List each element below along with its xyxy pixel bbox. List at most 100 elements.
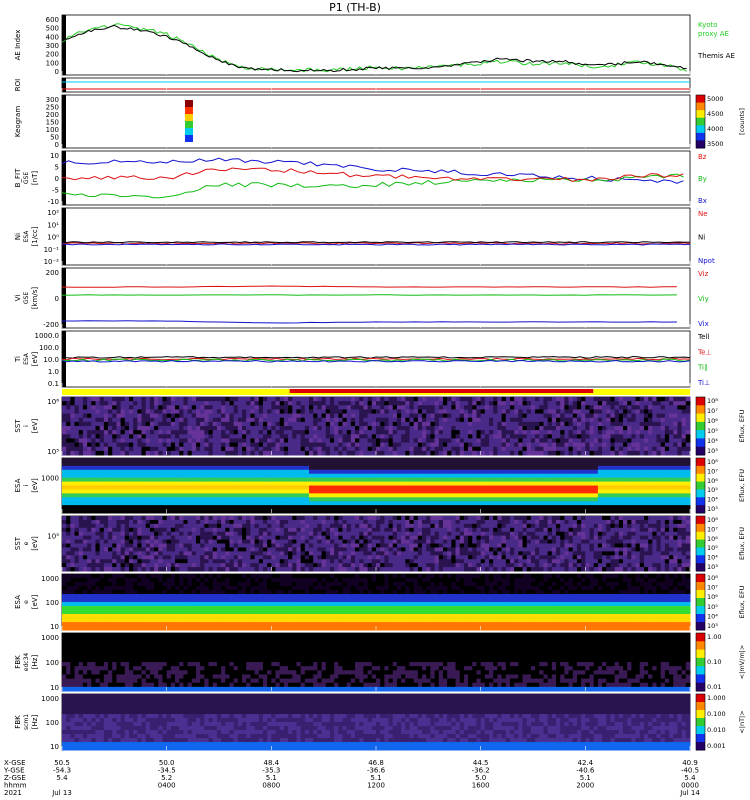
spectro-cell <box>187 535 193 541</box>
spectro-cell <box>108 489 113 494</box>
spectro-cell <box>363 485 369 490</box>
spectro-cell <box>128 438 134 444</box>
spectro-cell <box>681 458 687 463</box>
spectro-cell <box>426 434 431 439</box>
spectro-cell <box>480 450 486 456</box>
spectro-cell <box>576 465 582 471</box>
spectro-cell <box>166 539 172 544</box>
spectro-cell <box>70 458 76 463</box>
y-tick-label: 10⁵ <box>47 448 59 456</box>
spectro-cell <box>133 539 138 544</box>
spectro-cell <box>99 531 105 537</box>
colorbar-segment <box>696 547 705 556</box>
spectro-cell <box>288 417 293 423</box>
spectro-cell <box>91 547 96 552</box>
spectro-cell <box>246 397 251 402</box>
spectro-cell <box>493 509 498 514</box>
spectro-cell <box>476 485 482 490</box>
spectro-cell <box>547 430 553 435</box>
spectro-cell <box>254 434 260 439</box>
spectro-cell <box>149 434 155 439</box>
spectro-cell <box>70 559 76 564</box>
spectro-cell <box>95 547 101 552</box>
spectro-cell <box>124 509 130 514</box>
spectro-cell <box>242 493 247 498</box>
spectro-cell <box>279 446 285 452</box>
spectro-cell <box>200 535 205 541</box>
spectro-cell <box>639 497 645 502</box>
spectro-cell <box>526 401 532 406</box>
spectro-cell <box>451 497 457 502</box>
spectro-cell <box>576 469 582 475</box>
spectro-cell <box>593 489 599 494</box>
spectro-cell <box>183 543 189 548</box>
spectro-cell <box>124 497 130 502</box>
spectro-cell <box>225 563 230 568</box>
spectro-cell <box>472 505 477 510</box>
spectro-cell <box>329 426 335 431</box>
spectro-cell <box>267 405 272 410</box>
spectro-cell <box>505 409 511 415</box>
spectro-cell <box>170 481 176 486</box>
spectro-cell <box>137 509 143 514</box>
spectro-cell <box>133 401 138 406</box>
spectro-cell <box>254 442 260 448</box>
spectro-cell <box>304 469 310 475</box>
spectro-cell <box>317 485 323 490</box>
colorbar-tick: 4500 <box>707 110 724 118</box>
spectro-cell <box>463 469 469 475</box>
spectro-cell <box>673 430 678 435</box>
spectro-cell <box>685 405 691 410</box>
spectro-cell <box>183 413 189 419</box>
spectro-cell <box>635 493 641 498</box>
spectro-cell <box>493 409 498 415</box>
spectro-cell <box>116 563 122 568</box>
spectro-cell <box>66 458 71 463</box>
spectro-cell <box>501 413 507 419</box>
spectro-cell <box>451 417 457 423</box>
spectro-cell <box>304 421 310 427</box>
y-tick-label: 100.0 <box>39 344 59 352</box>
spectro-cell <box>288 426 293 431</box>
spectro-cell <box>275 501 281 506</box>
spectro-cell <box>472 509 477 514</box>
spectro-cell <box>170 527 176 533</box>
spectro-cell <box>468 401 473 406</box>
spectro-cell <box>329 485 335 490</box>
spectro-cell <box>321 501 327 506</box>
spectro-cell <box>128 469 134 475</box>
spectro-cell <box>91 551 96 556</box>
spectro-cell <box>267 458 272 463</box>
spectro-cell <box>187 446 193 452</box>
spectro-cell <box>543 397 549 402</box>
spectro-cell <box>292 426 297 431</box>
spectro-cell <box>417 430 423 435</box>
spectro-cell <box>154 543 159 548</box>
y-tick-label: 0 <box>55 141 59 149</box>
spectro-cell <box>133 485 138 490</box>
spectro-cell <box>451 421 457 427</box>
spectro-cell <box>128 473 134 479</box>
spectro-cell <box>627 397 632 402</box>
spectro-cell <box>200 523 205 529</box>
spectro-cell <box>656 477 662 483</box>
spectro-cell <box>472 421 477 427</box>
spectro-cell <box>204 421 210 427</box>
spectro-cell <box>242 477 247 483</box>
spectro-cell <box>669 489 674 494</box>
spectro-cell <box>212 516 218 521</box>
spectro-cell <box>158 539 163 544</box>
spectro-cell <box>233 497 239 502</box>
spectro-cell <box>166 461 172 467</box>
spectro-cell <box>396 426 402 431</box>
spectro-cell <box>530 438 536 444</box>
spectro-cell <box>643 465 649 471</box>
spectro-cell <box>396 421 402 427</box>
spectro-cell <box>133 559 138 564</box>
spectro-cell <box>442 509 448 514</box>
spectro-cell <box>200 531 205 537</box>
colorbar-tick: 10⁵ <box>707 486 718 494</box>
spectro-cell <box>292 397 297 402</box>
spectro-cell <box>82 417 88 423</box>
spectro-cell <box>401 473 406 479</box>
